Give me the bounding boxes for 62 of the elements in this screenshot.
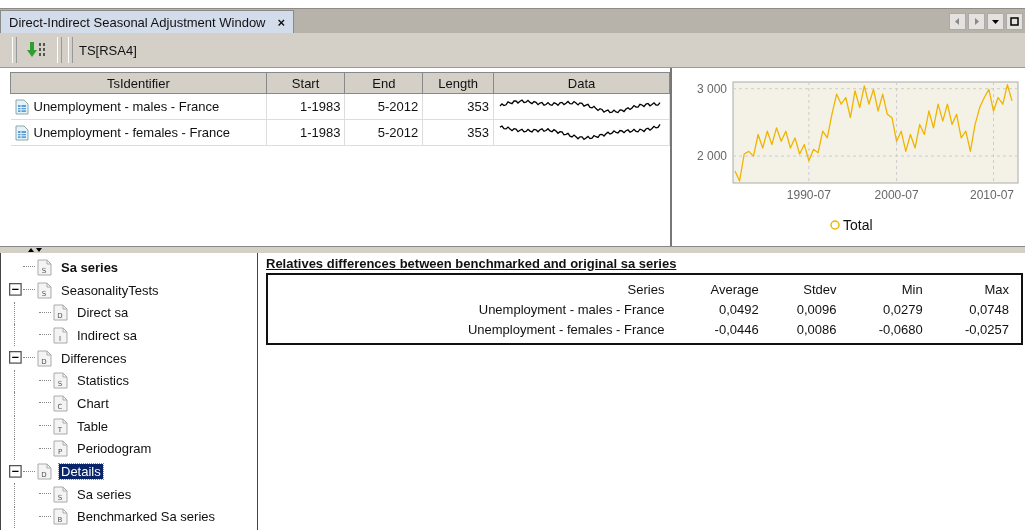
table-cell: Unemployment - females - France bbox=[33, 125, 230, 140]
collapse-toggle-icon[interactable] bbox=[9, 351, 23, 366]
y-tick-label: 3 000 bbox=[696, 81, 727, 96]
table-cell: -0,0257 bbox=[922, 319, 1009, 339]
table-cell: 0,0279 bbox=[836, 299, 923, 319]
scroll-left-button[interactable] bbox=[949, 12, 966, 30]
left-triangle-icon bbox=[953, 16, 962, 26]
tree-item[interactable]: Direct sa bbox=[75, 305, 131, 321]
table-cell: -0,0680 bbox=[836, 319, 923, 339]
x-tick-label: 2010-07 bbox=[970, 188, 1014, 202]
column-header: Min bbox=[836, 279, 923, 299]
table-cell-text: Unemployment - males - France bbox=[477, 300, 665, 319]
tree-item[interactable]: Chart bbox=[75, 395, 111, 411]
tree-item[interactable]: Statistics bbox=[75, 373, 131, 389]
tree-item[interactable]: Sa series bbox=[59, 259, 121, 275]
column-header: Max bbox=[983, 280, 1009, 299]
tree-item[interactable]: Benchmarked Sa series bbox=[75, 509, 217, 525]
column-header[interactable]: Length bbox=[422, 72, 494, 94]
column-header[interactable]: TsIdentifier bbox=[10, 72, 267, 94]
table-cell: 353 bbox=[422, 93, 494, 120]
table-cell: 1-1983 bbox=[266, 93, 345, 120]
spreadsheet-icon bbox=[14, 124, 29, 141]
table-cell: 1-1983 bbox=[266, 119, 345, 146]
window-tab[interactable]: Direct-Indirect Seasonal Adjustment Window × bbox=[0, 10, 295, 33]
table-cell: 5-2012 bbox=[344, 119, 423, 146]
tree-item[interactable]: Periodogram bbox=[75, 441, 154, 457]
table-cell: 353 bbox=[422, 119, 494, 146]
toolbar-label: TS[RSA4] bbox=[79, 42, 137, 58]
x-tick-label: 1990-07 bbox=[786, 188, 831, 202]
table-cell: 0,0086 bbox=[758, 319, 837, 339]
tree-item[interactable]: Differences bbox=[59, 350, 129, 366]
table-cell: Unemployment - males - France bbox=[33, 99, 220, 114]
table-cell: 0,0748 bbox=[922, 299, 1009, 319]
table-cell-text: Unemployment - females - France bbox=[466, 320, 665, 339]
column-header[interactable]: Data bbox=[493, 72, 670, 94]
column-header: Series bbox=[626, 280, 665, 299]
table-cell: 0,0492 bbox=[664, 299, 759, 319]
table-cell: 5-2012 bbox=[344, 93, 423, 120]
y-tick-label: 2 000 bbox=[696, 149, 727, 164]
tree-item[interactable]: Table bbox=[75, 418, 111, 434]
maximize-button[interactable] bbox=[1006, 12, 1023, 30]
column-header: Stdev bbox=[758, 279, 837, 299]
x-tick-label: 2000-07 bbox=[874, 188, 919, 202]
table-cell: -0,0446 bbox=[664, 319, 759, 339]
right-triangle-icon bbox=[972, 16, 981, 26]
split-arrows-icon[interactable] bbox=[28, 247, 42, 253]
tree-item[interactable]: Indirect sa bbox=[75, 327, 139, 343]
column-header[interactable]: End bbox=[344, 72, 423, 94]
collapse-toggle-icon[interactable] bbox=[9, 283, 23, 298]
maximize-icon bbox=[1010, 16, 1019, 26]
dropdown-button[interactable] bbox=[987, 12, 1004, 30]
column-header[interactable]: Start bbox=[266, 72, 345, 94]
section-title: Relatives differences between benchmarked and original sa series bbox=[266, 256, 678, 271]
close-button[interactable]: × bbox=[277, 14, 286, 30]
tree-item[interactable]: Sa series bbox=[75, 486, 134, 502]
tree-item[interactable]: SeasonalityTests bbox=[59, 282, 161, 298]
spreadsheet-icon bbox=[14, 98, 29, 115]
tree-item[interactable]: Details bbox=[59, 464, 103, 480]
table-cell: 0,0096 bbox=[758, 299, 837, 319]
column-header: Average bbox=[664, 279, 759, 299]
collapse-toggle-icon[interactable] bbox=[9, 464, 23, 479]
legend-label: Total bbox=[843, 217, 873, 233]
